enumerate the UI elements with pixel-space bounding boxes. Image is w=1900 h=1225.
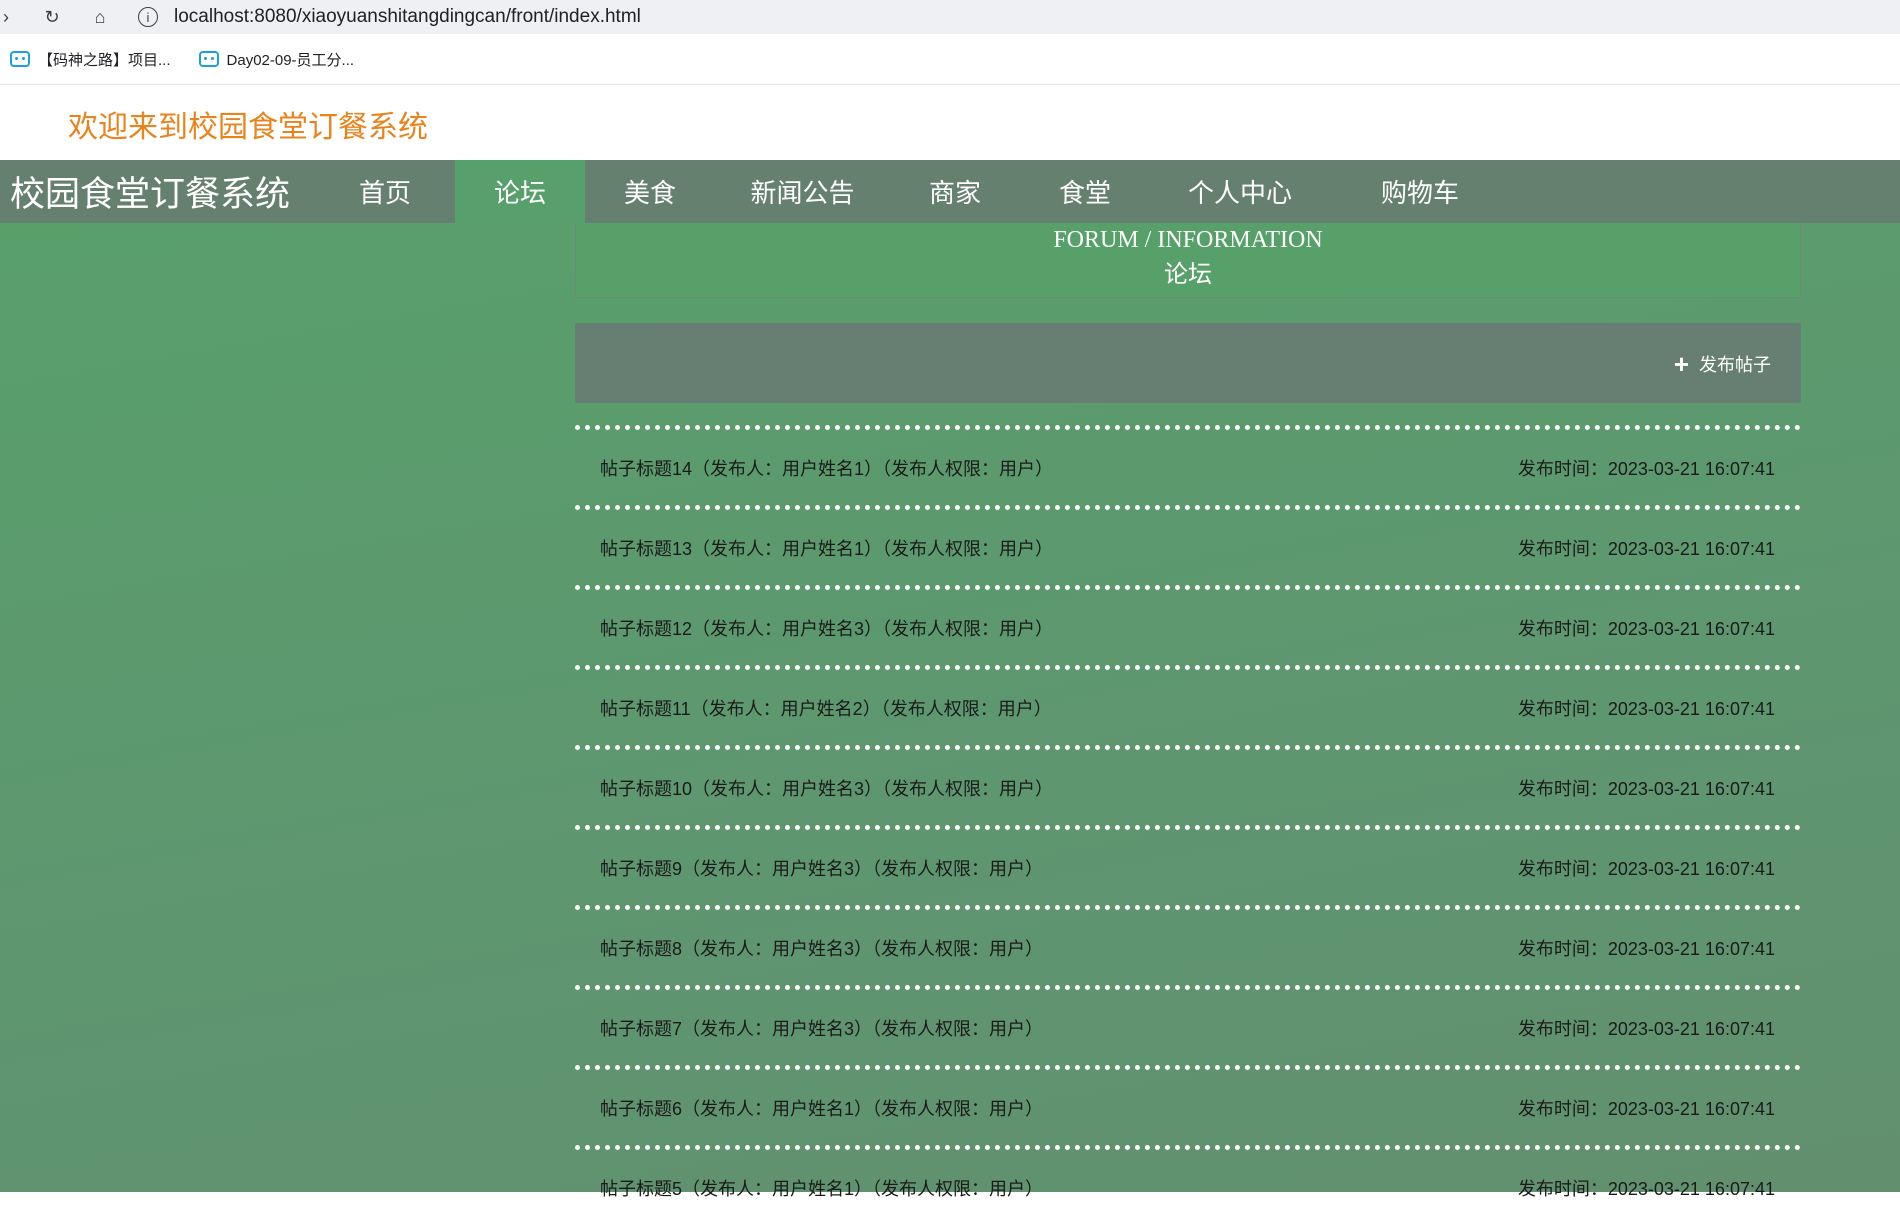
section-title-cn: 论坛 — [1164, 261, 1212, 288]
nav-home[interactable]: 首页 — [315, 160, 455, 223]
bookmark-label: Day02-09-员工分... — [226, 51, 355, 69]
section-title-en: FORUM / INFORMATION — [1053, 227, 1323, 253]
plus-icon: + — [1673, 349, 1689, 379]
post-title[interactable]: 帖子标题10（发布人：用户姓名3）（发布人权限：用户） — [600, 775, 1053, 801]
post-row[interactable]: 帖子标题5（发布人：用户姓名1）（发布人权限：用户） 发布时间：2023-03-… — [575, 1145, 1801, 1225]
url-text[interactable]: localhost:8080/xiaoyuanshitangdingcan/fr… — [174, 6, 641, 28]
publish-post-button[interactable]: + 发布帖子 — [1674, 351, 1771, 377]
home-icon[interactable]: ⌂ — [88, 5, 112, 29]
post-title[interactable]: 帖子标题13（发布人：用户姓名1）（发布人权限：用户） — [600, 535, 1053, 561]
bookmark-item[interactable]: 【码神之路】项目... — [10, 49, 171, 70]
post-row[interactable]: 帖子标题9（发布人：用户姓名3）（发布人权限：用户） 发布时间：2023-03-… — [575, 825, 1801, 905]
nav-merchant[interactable]: 商家 — [890, 160, 1020, 223]
post-row[interactable]: 帖子标题14（发布人：用户姓名1）（发布人权限：用户） 发布时间：2023-03… — [575, 425, 1801, 505]
post-title[interactable]: 帖子标题9（发布人：用户姓名3）（发布人权限：用户） — [600, 855, 1043, 881]
nav-canteen[interactable]: 食堂 — [1020, 160, 1150, 223]
section-header: FORUM / INFORMATION 论坛 — [575, 223, 1801, 298]
site-info-icon[interactable]: i — [138, 7, 158, 27]
reload-icon[interactable]: ↻ — [40, 5, 64, 29]
post-row[interactable]: 帖子标题7（发布人：用户姓名3）（发布人权限：用户） 发布时间：2023-03-… — [575, 985, 1801, 1065]
bilibili-icon — [10, 51, 30, 67]
bookmark-item[interactable]: Day02-09-员工分... — [198, 49, 355, 70]
post-time: 发布时间：2023-03-21 16:07:41 — [1517, 859, 1775, 879]
post-row[interactable]: 帖子标题11（发布人：用户姓名2）（发布人权限：用户） 发布时间：2023-03… — [575, 665, 1801, 745]
welcome-text: 欢迎来到校园食堂订餐系统 — [68, 111, 428, 144]
post-time: 发布时间：2023-03-21 16:07:41 — [1517, 1179, 1775, 1199]
post-title[interactable]: 帖子标题14（发布人：用户姓名1）（发布人权限：用户） — [600, 455, 1053, 481]
post-time: 发布时间：2023-03-21 16:07:41 — [1517, 539, 1775, 559]
post-row[interactable]: 帖子标题6（发布人：用户姓名1）（发布人权限：用户） 发布时间：2023-03-… — [575, 1065, 1801, 1145]
post-title[interactable]: 帖子标题8（发布人：用户姓名3）（发布人权限：用户） — [600, 935, 1043, 961]
post-time: 发布时间：2023-03-21 16:07:41 — [1517, 1019, 1775, 1039]
post-time: 发布时间：2023-03-21 16:07:41 — [1517, 619, 1775, 639]
post-time: 发布时间：2023-03-21 16:07:41 — [1517, 939, 1775, 959]
post-row[interactable]: 帖子标题10（发布人：用户姓名3）（发布人权限：用户） 发布时间：2023-03… — [575, 745, 1801, 825]
bookmark-label: 【码神之路】项目... — [38, 51, 171, 69]
site-title: 校园食堂订餐系统 — [10, 175, 291, 214]
bookmarks-bar: 【码神之路】项目... Day02-09-员工分... — [0, 34, 1900, 85]
post-list: 帖子标题14（发布人：用户姓名1）（发布人权限：用户） 发布时间：2023-03… — [575, 425, 1801, 1225]
nav-news[interactable]: 新闻公告 — [715, 160, 890, 223]
post-title[interactable]: 帖子标题7（发布人：用户姓名3）（发布人权限：用户） — [600, 1015, 1043, 1041]
action-bar: + 发布帖子 — [575, 323, 1801, 403]
main-nav: 校园食堂订餐系统 首页 论坛 美食 新闻公告 商家 食堂 个人中心 购物车 — [0, 160, 1900, 223]
nav-personal-center[interactable]: 个人中心 — [1150, 160, 1330, 223]
post-title[interactable]: 帖子标题11（发布人：用户姓名2）（发布人权限：用户） — [600, 695, 1052, 721]
post-row[interactable]: 帖子标题12（发布人：用户姓名3）（发布人权限：用户） 发布时间：2023-03… — [575, 585, 1801, 665]
publish-post-label: 发布帖子 — [1699, 355, 1771, 375]
post-row[interactable]: 帖子标题8（发布人：用户姓名3）（发布人权限：用户） 发布时间：2023-03-… — [575, 905, 1801, 985]
post-time: 发布时间：2023-03-21 16:07:41 — [1517, 1099, 1775, 1119]
post-title[interactable]: 帖子标题6（发布人：用户姓名1）（发布人权限：用户） — [600, 1095, 1043, 1121]
address-bar[interactable]: i localhost:8080/xiaoyuanshitangdingcan/… — [130, 0, 1900, 34]
post-time: 发布时间：2023-03-21 16:07:41 — [1517, 779, 1775, 799]
bilibili-icon — [198, 51, 219, 67]
nav-forum[interactable]: 论坛 — [455, 160, 585, 223]
post-row[interactable]: 帖子标题13（发布人：用户姓名1）（发布人权限：用户） 发布时间：2023-03… — [575, 505, 1801, 585]
nav-cart[interactable]: 购物车 — [1330, 160, 1510, 223]
browser-toolbar: › ↻ ⌂ i localhost:8080/xiaoyuanshitangdi… — [0, 0, 1900, 34]
post-time: 发布时间：2023-03-21 16:07:41 — [1517, 459, 1775, 479]
post-title[interactable]: 帖子标题5（发布人：用户姓名1）（发布人权限：用户） — [600, 1175, 1043, 1201]
post-time: 发布时间：2023-03-21 16:07:41 — [1517, 699, 1775, 719]
nav-food[interactable]: 美食 — [585, 160, 715, 223]
post-title[interactable]: 帖子标题12（发布人：用户姓名3）（发布人权限：用户） — [600, 615, 1053, 641]
forward-icon[interactable]: › — [0, 5, 18, 29]
